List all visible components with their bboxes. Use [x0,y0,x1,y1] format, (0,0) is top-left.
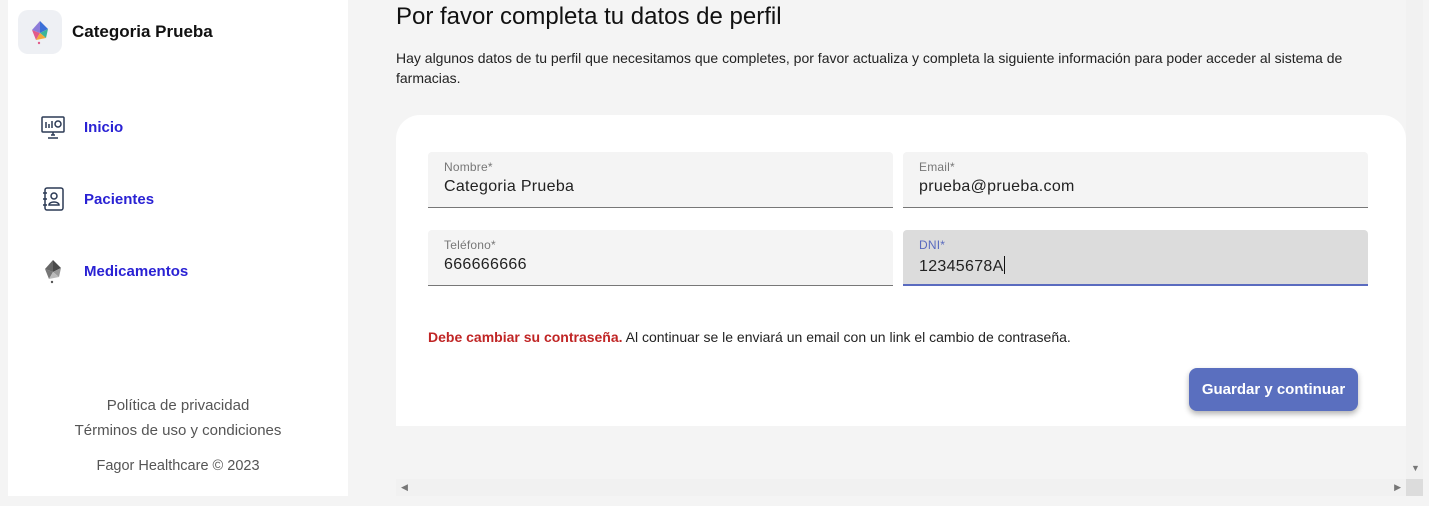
sidebar-item-pacientes[interactable]: Pacientes [38,184,154,214]
telefono-value: 666666666 [444,256,527,273]
sidebar-footer: Política de privacidad Términos de uso y… [8,393,348,443]
page-title: Por favor completa tu datos de perfil [396,3,782,30]
password-notice-strong: Debe cambiar su contraseña. [428,329,623,345]
vertical-scrollbar[interactable]: ▼ [1406,0,1423,479]
brand-name: Categoria Prueba [72,22,213,41]
text-caret [1003,256,1005,274]
copyright: Fagor Healthcare © 2023 [96,458,260,474]
scroll-down-arrow-icon[interactable]: ▼ [1411,463,1420,473]
email-value: prueba@prueba.com [919,178,1075,195]
patients-contact-book-icon [38,184,68,214]
nombre-field[interactable]: Nombre* Categoria Prueba [428,152,893,208]
page-description: Hay algunos datos de tu perfil que neces… [396,50,1343,86]
email-label: Email* [919,160,955,174]
dni-label: DNI* [919,238,946,252]
medicines-icon [38,256,68,286]
nombre-value: Categoria Prueba [444,178,575,195]
scroll-right-arrow-icon[interactable]: ▶ [1394,482,1401,493]
brand-logo-icon [18,10,62,54]
dni-value: 12345678A [919,258,1004,275]
sidebar-item-medicamentos[interactable]: Medicamentos [38,256,188,286]
save-continue-button[interactable]: Guardar y continuar [1189,368,1358,411]
telefono-field[interactable]: Teléfono* 666666666 [428,230,893,286]
sidebar-copyright-wrap: Fagor Healthcare © 2023 [8,457,348,475]
terms-link[interactable]: Términos de uso y condiciones [8,418,348,443]
sidebar: Categoria Prueba Inicio Pacientes Medica… [8,0,348,496]
brand[interactable]: Categoria Prueba [18,10,213,54]
sidebar-item-label: Inicio [84,118,124,136]
dni-field[interactable]: DNI* 12345678A [903,230,1368,286]
main-content: Por favor completa tu datos de perfil Ha… [348,0,1406,496]
sidebar-item-inicio[interactable]: Inicio [38,112,123,142]
dni-value-wrap: 12345678A [919,256,1352,276]
privacy-link[interactable]: Política de privacidad [8,393,348,418]
password-notice: Debe cambiar su contraseña. Al continuar… [428,329,1071,345]
password-notice-text: Al continuar se le enviará un email con … [622,329,1071,345]
telefono-label: Teléfono* [444,238,496,252]
horizontal-scrollbar[interactable]: ◀ ▶ [396,479,1406,496]
sidebar-item-label: Medicamentos [84,262,189,280]
scrollbar-corner [1406,479,1423,496]
sidebar-item-label: Pacientes [84,190,155,208]
scroll-left-arrow-icon[interactable]: ◀ [401,482,408,493]
dashboard-monitor-icon [38,112,68,142]
nombre-label: Nombre* [444,160,493,174]
profile-form-card: Nombre* Categoria Prueba Email* prueba@p… [396,115,1406,426]
email-field[interactable]: Email* prueba@prueba.com [903,152,1368,208]
